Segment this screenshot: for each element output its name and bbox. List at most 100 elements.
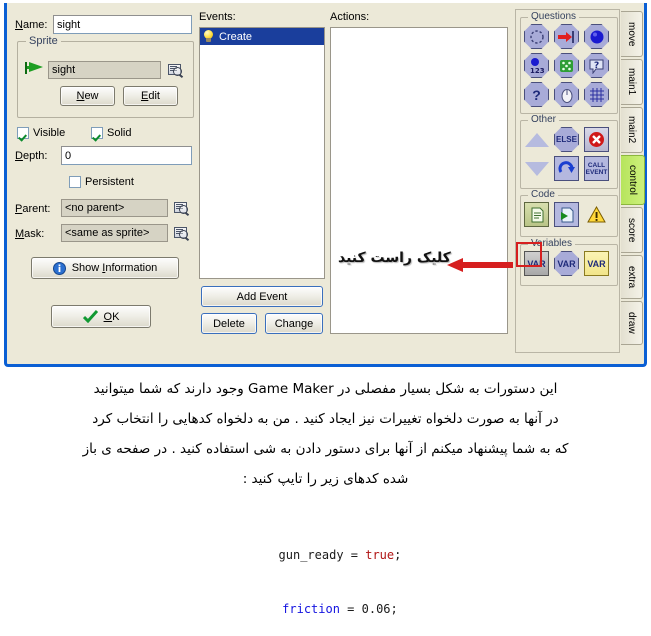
comment-icon[interactable] <box>584 202 609 227</box>
end-block-icon[interactable] <box>524 156 549 181</box>
body-line-1: این دستورات به شکل بسیار مفصلی در Game M… <box>93 381 558 397</box>
code-line-2-end: ; <box>390 602 398 616</box>
else-icon[interactable]: ELSE <box>554 127 579 152</box>
visible-checkbox-box[interactable] <box>17 127 29 139</box>
events-panel: Events: Create Add Event Delete Change <box>199 9 326 353</box>
depth-label: Depth: <box>15 150 48 162</box>
call-event-icon[interactable]: CALL EVENT <box>584 156 609 181</box>
sprite-new-button[interactable]: New <box>60 86 115 106</box>
parent-menu-icon[interactable] <box>174 201 190 217</box>
call-event-label: CALL EVENT <box>585 161 608 176</box>
question-expression-icon[interactable]: ? <box>584 53 609 78</box>
svg-text:123: 123 <box>530 67 545 75</box>
tab-score[interactable]: score <box>621 207 643 253</box>
event-label: Create <box>219 30 253 43</box>
name-input[interactable]: sight <box>53 15 192 34</box>
code-line-2: friction = 0.06; <box>0 582 651 636</box>
change-event-button[interactable]: Change <box>265 313 323 334</box>
start-block-icon[interactable] <box>524 127 549 152</box>
persistent-checkbox-box[interactable] <box>69 176 81 188</box>
persistent-label: Persistent <box>85 176 134 188</box>
tab-draw[interactable]: draw <box>621 301 643 345</box>
aligned-to-grid-icon[interactable] <box>584 82 609 107</box>
tab-main1[interactable]: main1 <box>621 59 643 105</box>
delete-event-button[interactable]: Delete <box>201 313 257 334</box>
code-line-2-value: 0.06 <box>361 602 391 616</box>
mask-label: Mask: <box>15 228 45 240</box>
sprite-edit-button[interactable]: Edit <box>123 86 178 106</box>
sprite-name-field[interactable]: sight <box>48 61 161 79</box>
annotation-text: کلیک راست کنید <box>338 250 451 266</box>
draw-variable-label: VAR <box>587 258 606 269</box>
depth-input[interactable]: 0 <box>61 146 192 165</box>
solid-checkbox-box[interactable] <box>91 127 103 139</box>
add-event-button[interactable]: Add Event <box>201 286 323 307</box>
question-mark-icon[interactable]: ? <box>524 82 549 107</box>
parent-label: Parent: <box>15 203 51 215</box>
tutorial-body-text: این دستورات به شکل بسیار مفصلی در Game M… <box>0 374 651 494</box>
show-information-button[interactable]: Show Information <box>31 257 179 279</box>
object-settings-panel: Name: sight Sprite sight New Edit Visibl… <box>13 9 194 353</box>
questions-group-label: Questions <box>528 11 580 22</box>
solid-label: Solid <box>107 127 132 139</box>
actions-list[interactable] <box>330 27 508 334</box>
lightbulb-icon <box>203 30 214 43</box>
exit-event-icon[interactable] <box>584 127 609 152</box>
object-at-position-icon[interactable] <box>554 24 579 49</box>
solid-checkbox[interactable]: Solid <box>91 127 131 139</box>
code-group-label: Code <box>528 189 558 200</box>
collision-free-icon[interactable] <box>524 24 549 49</box>
sprite-group-label: Sprite <box>26 35 61 47</box>
info-icon <box>52 261 66 275</box>
number-of-instances-icon[interactable] <box>584 24 609 49</box>
body-line-3: که به شما پیشنهاد میکنم از آنها برای دست… <box>82 441 569 457</box>
execute-code-icon[interactable] <box>524 202 549 227</box>
repeat-icon[interactable] <box>554 156 579 181</box>
mouse-button-icon[interactable] <box>554 82 579 107</box>
test-variable-label: VAR <box>557 258 576 269</box>
annotation-arrow-icon <box>447 258 513 272</box>
sprite-flag-icon <box>25 62 43 74</box>
tab-extra[interactable]: extra <box>621 255 643 299</box>
sprite-menu-icon[interactable] <box>168 63 184 79</box>
action-toolbox: Questions 123 ? ? Other ELSE CALL EVENT … <box>515 9 620 353</box>
tab-control[interactable]: control <box>621 155 645 205</box>
name-label: Name: <box>15 19 48 31</box>
sprite-group: Sprite <box>17 35 194 118</box>
events-header: Events: <box>199 11 236 23</box>
persistent-checkbox[interactable]: Persistent <box>69 176 134 188</box>
events-list[interactable]: Create <box>199 27 325 279</box>
code-snippet: gun_ready = true; friction = 0.06; <box>0 528 651 636</box>
parent-field[interactable]: <no parent> <box>61 199 168 217</box>
check-icon <box>82 310 98 323</box>
code-line-1-end: ; <box>394 548 402 562</box>
ok-button[interactable]: OK <box>51 305 151 328</box>
show-information-label: Show Information <box>71 262 158 274</box>
code-line-1: gun_ready = true; <box>0 528 651 582</box>
mask-field[interactable]: <same as sprite> <box>61 224 168 242</box>
code-action-highlight-box <box>516 242 542 267</box>
body-line-4: شده کدهای زیر را تایپ کنید : <box>242 471 409 487</box>
visible-checkbox[interactable]: Visible <box>17 127 65 139</box>
code-line-1-var: gun_ready <box>278 548 344 562</box>
instance-count-icon[interactable]: 123 <box>524 53 549 78</box>
event-list-item-create[interactable]: Create <box>200 28 324 45</box>
actions-panel: Actions: <box>330 9 510 353</box>
test-variable-icon[interactable]: VAR <box>554 251 579 276</box>
svg-text:?: ? <box>594 61 599 71</box>
dice-chance-icon[interactable] <box>554 53 579 78</box>
object-properties-window: Name: sight Sprite sight New Edit Visibl… <box>4 3 647 367</box>
code-line-2-op: = <box>339 602 362 616</box>
draw-variable-icon[interactable]: VAR <box>584 251 609 276</box>
tab-move[interactable]: move <box>621 11 643 57</box>
tab-main2[interactable]: main2 <box>621 107 643 153</box>
visible-label: Visible <box>33 127 66 139</box>
actions-header: Actions: <box>330 11 370 23</box>
ok-label: OK <box>103 310 120 323</box>
body-line-2: در آنها به صورت دلخواه تغییرات نیز ایجاد… <box>92 411 559 427</box>
toolbox-tabstrip: move main1 main2 control score extra dra… <box>621 9 648 353</box>
execute-script-icon[interactable] <box>554 202 579 227</box>
code-line-2-var: friction <box>282 602 340 616</box>
mask-menu-icon[interactable] <box>174 226 190 242</box>
other-group-label: Other <box>528 114 560 125</box>
